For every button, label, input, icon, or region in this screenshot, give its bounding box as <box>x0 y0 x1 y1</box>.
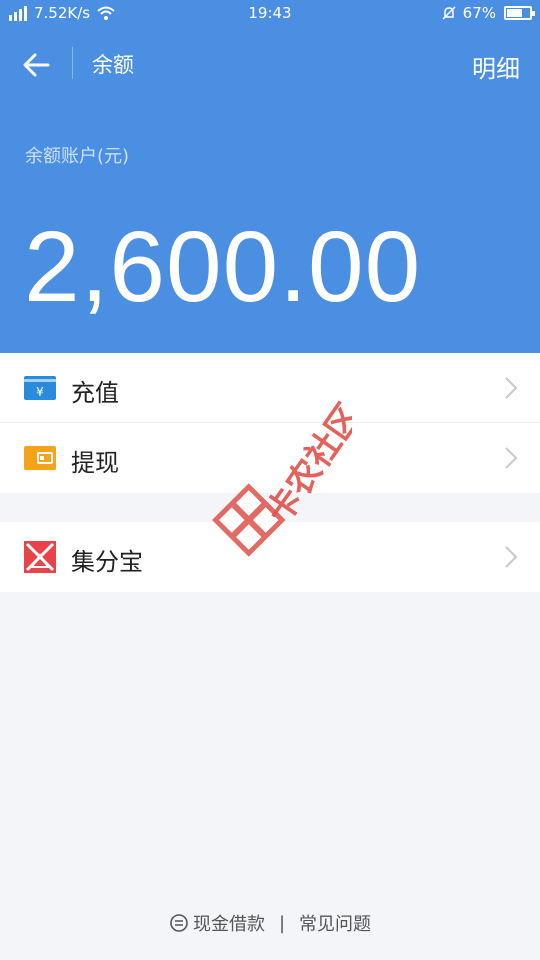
jifenbao-label: 集分宝 <box>71 548 143 576</box>
cash-loan-link[interactable]: 现金借款 <box>193 910 265 936</box>
jifenbao-icon <box>24 541 56 573</box>
silent-bell-icon <box>442 6 456 20</box>
faq-link[interactable]: 常见问题 <box>299 910 371 936</box>
nav-divider <box>72 47 73 79</box>
withdraw-label: 提现 <box>71 449 119 477</box>
battery-icon <box>504 6 535 20</box>
balance-account-label: 余额账户(元) <box>25 146 130 167</box>
nav-bar: 余额 明细 <box>0 27 540 99</box>
cash-loan-icon <box>170 914 188 932</box>
svg-text:¥: ¥ <box>36 385 44 399</box>
recharge-row[interactable]: ¥ 充值 <box>0 353 540 423</box>
chevron-right-icon <box>505 377 518 399</box>
balance-amount: 2,600.00 <box>24 211 422 323</box>
jifenbao-row[interactable]: 集分宝 <box>0 522 540 592</box>
recharge-card-icon: ¥ <box>24 376 56 400</box>
footer-separator: | <box>278 912 286 934</box>
detail-button[interactable]: 明细 <box>472 49 520 84</box>
funds-actions-group: ¥ 充值 提现 <box>0 353 540 493</box>
back-arrow-icon[interactable] <box>18 47 54 83</box>
wallet-icon <box>24 446 56 470</box>
chevron-right-icon <box>505 546 518 568</box>
battery-percent: 67% <box>462 4 496 22</box>
recharge-label: 充值 <box>71 379 119 407</box>
points-group: 集分宝 <box>0 522 540 592</box>
footer-links: 现金借款 | 常见问题 <box>0 910 540 936</box>
chevron-right-icon <box>505 447 518 469</box>
page-title: 余额 <box>92 53 134 77</box>
withdraw-row[interactable]: 提现 <box>0 423 540 493</box>
status-bar: 7.52K/s 19:43 67% <box>0 0 540 27</box>
